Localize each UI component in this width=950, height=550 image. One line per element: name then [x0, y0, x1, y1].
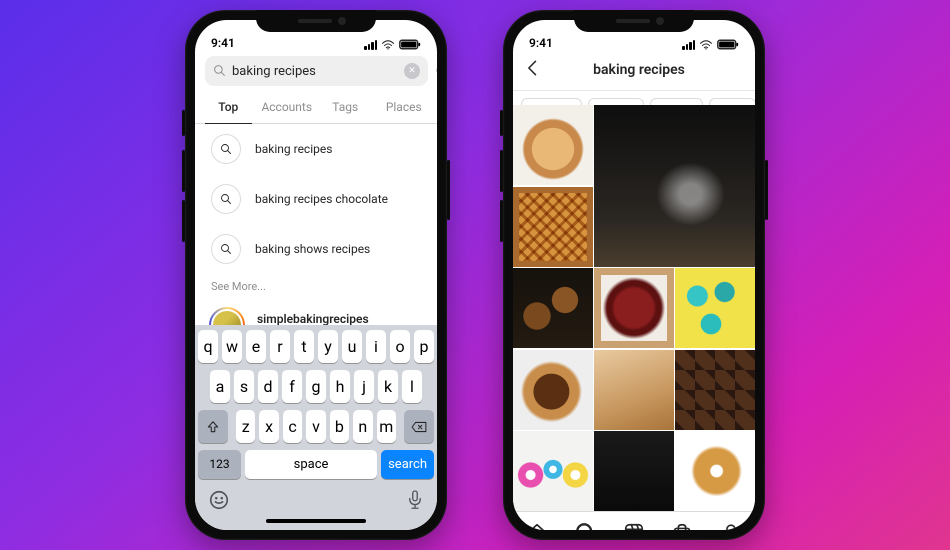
- nav-search[interactable]: [575, 522, 597, 531]
- grid-thumb[interactable]: [513, 431, 593, 511]
- key-x[interactable]: x: [259, 410, 278, 443]
- suggestion-row[interactable]: baking recipes: [195, 124, 437, 174]
- status-time: 9:41: [211, 36, 235, 50]
- grid-thumb[interactable]: [513, 350, 593, 430]
- key-p[interactable]: p: [414, 330, 434, 363]
- emoji-key[interactable]: [208, 489, 230, 515]
- see-more-link[interactable]: See More...: [195, 274, 437, 301]
- page-title: baking recipes: [533, 62, 745, 78]
- key-z[interactable]: z: [236, 410, 255, 443]
- tab-places[interactable]: Places: [375, 92, 434, 123]
- grid-thumb[interactable]: [594, 268, 674, 348]
- nav-reels[interactable]: [623, 522, 645, 531]
- grid-thumb[interactable]: [513, 187, 593, 267]
- key-o[interactable]: o: [390, 330, 410, 363]
- signal-icon: [364, 40, 377, 50]
- key-a[interactable]: a: [210, 370, 230, 403]
- key-s[interactable]: s: [234, 370, 254, 403]
- nav-profile[interactable]: [720, 522, 742, 531]
- nav-home[interactable]: [526, 522, 548, 531]
- suggestion-text: baking shows recipes: [255, 242, 370, 256]
- search-icon: [211, 184, 241, 214]
- key-e[interactable]: e: [246, 330, 266, 363]
- search-icon: [213, 62, 226, 81]
- search-key[interactable]: search: [381, 450, 434, 479]
- status-time: 9:41: [529, 36, 553, 50]
- search-tabs: Top Accounts Tags Places: [195, 92, 437, 124]
- grid-thumb[interactable]: [594, 350, 674, 430]
- key-v[interactable]: v: [306, 410, 325, 443]
- bottom-nav: [513, 511, 755, 530]
- suggestion-text: baking recipes: [255, 142, 332, 156]
- chip-cake[interactable]: cake: [709, 98, 755, 105]
- cancel-button[interactable]: Cancel: [436, 64, 437, 79]
- home-indicator[interactable]: [266, 519, 366, 523]
- grid-thumb[interactable]: [513, 105, 593, 185]
- explore-grid: [513, 105, 755, 511]
- chip-cookie[interactable]: cookie: [588, 98, 644, 105]
- key-y[interactable]: y: [318, 330, 338, 363]
- wifi-icon: [381, 40, 395, 50]
- key-q[interactable]: q: [198, 330, 218, 363]
- tab-accounts[interactable]: Accounts: [258, 92, 317, 123]
- grid-thumb[interactable]: [594, 431, 674, 511]
- grid-thumb-large[interactable]: [594, 105, 755, 267]
- account-username: simplebakingrecipes: [257, 312, 369, 326]
- notch: [574, 10, 694, 32]
- keyboard: qwertyuiop asdfghjkl zxcvbnm 123 space s…: [195, 325, 437, 530]
- backspace-key[interactable]: [404, 410, 434, 443]
- key-t[interactable]: t: [294, 330, 314, 363]
- search-icon: [211, 234, 241, 264]
- space-key[interactable]: space: [245, 450, 377, 479]
- grid-thumb[interactable]: [513, 268, 593, 348]
- key-k[interactable]: k: [378, 370, 398, 403]
- filter-chips: dessert cookie batter cake: [513, 91, 755, 105]
- chip-dessert[interactable]: dessert: [521, 98, 582, 105]
- suggestion-text: baking recipes chocolate: [255, 192, 388, 206]
- tab-top[interactable]: Top: [199, 92, 258, 123]
- key-f[interactable]: f: [282, 370, 302, 403]
- key-j[interactable]: j: [354, 370, 374, 403]
- clear-icon[interactable]: ✕: [404, 63, 420, 79]
- battery-icon: [399, 39, 421, 50]
- key-b[interactable]: b: [330, 410, 349, 443]
- notch: [256, 10, 376, 32]
- nav-shop[interactable]: [671, 522, 693, 531]
- shift-key[interactable]: [198, 410, 228, 443]
- key-i[interactable]: i: [366, 330, 386, 363]
- avatar: [209, 307, 245, 325]
- account-row[interactable]: simplebakingrecipes Simple Baking Recipe…: [195, 301, 437, 325]
- search-field[interactable]: ✕: [205, 56, 428, 86]
- tab-tags[interactable]: Tags: [316, 92, 375, 123]
- key-l[interactable]: l: [402, 370, 422, 403]
- battery-icon: [717, 39, 739, 50]
- key-w[interactable]: w: [222, 330, 242, 363]
- chip-batter[interactable]: batter: [650, 98, 703, 105]
- key-m[interactable]: m: [377, 410, 396, 443]
- search-icon: [211, 134, 241, 164]
- key-u[interactable]: u: [342, 330, 362, 363]
- key-d[interactable]: d: [258, 370, 278, 403]
- grid-thumb[interactable]: [675, 268, 755, 348]
- suggestion-row[interactable]: baking shows recipes: [195, 224, 437, 274]
- dictation-key[interactable]: [406, 489, 424, 515]
- key-h[interactable]: h: [330, 370, 350, 403]
- phone-left: 9:41 ✕ Cancel Top Accounts Tags Places: [185, 10, 447, 540]
- grid-thumb[interactable]: [675, 350, 755, 430]
- numbers-key[interactable]: 123: [198, 450, 241, 479]
- grid-thumb[interactable]: [675, 431, 755, 511]
- search-input[interactable]: [232, 64, 398, 79]
- suggestion-row[interactable]: baking recipes chocolate: [195, 174, 437, 224]
- wifi-icon: [699, 40, 713, 50]
- key-c[interactable]: c: [283, 410, 302, 443]
- key-n[interactable]: n: [353, 410, 372, 443]
- key-g[interactable]: g: [306, 370, 326, 403]
- key-r[interactable]: r: [270, 330, 290, 363]
- phone-right: 9:41 baking recipes dessert cookie batte…: [503, 10, 765, 540]
- signal-icon: [682, 40, 695, 50]
